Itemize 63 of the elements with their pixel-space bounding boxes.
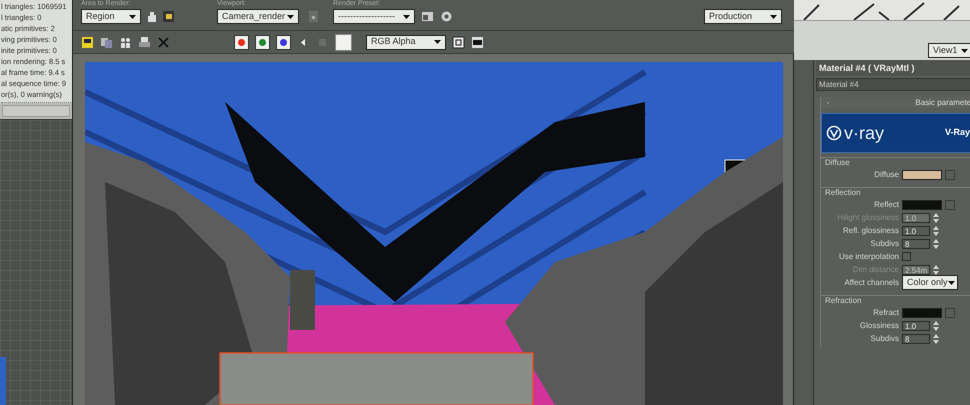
region-icon[interactable] — [162, 10, 175, 23]
caret-icon — [287, 14, 294, 18]
channel-toggle[interactable] — [234, 34, 249, 50]
save-icon[interactable] — [81, 36, 94, 48]
spinner-arrows-icon[interactable] — [933, 264, 939, 274]
channel-toggle[interactable] — [255, 34, 270, 50]
preset-dropdown[interactable]: ------------------- — [333, 9, 415, 24]
caret-icon — [770, 14, 777, 18]
scrollbar[interactable] — [2, 105, 70, 117]
clone-icon[interactable] — [119, 36, 132, 48]
param-label: Subdivs — [870, 238, 899, 250]
mode-dropdown[interactable]: Production — [704, 9, 782, 24]
color-swatch[interactable] — [902, 200, 942, 210]
material-name-field[interactable]: Material #4 — [816, 78, 970, 91]
param-label: Affect channels — [843, 276, 899, 288]
channels-dropdown[interactable]: Color only — [902, 275, 958, 290]
rollout-toggle[interactable]: - — [821, 96, 835, 108]
material-title: Material #4 ( VRayMtl ) — [816, 60, 970, 76]
spinner-field[interactable]: 1.0 — [902, 320, 930, 330]
clear-icon[interactable] — [157, 36, 170, 48]
render-setup-icon[interactable] — [421, 10, 434, 23]
color-swatch[interactable] — [335, 34, 352, 50]
copy-icon[interactable] — [100, 36, 113, 48]
color-swatch[interactable] — [902, 170, 942, 180]
caret-icon — [961, 48, 968, 52]
banner-title: V-Ray — [944, 126, 970, 140]
vray-logo: v·ray — [844, 124, 884, 142]
print-icon[interactable] — [138, 36, 151, 48]
view-dropdown[interactable]: View1 — [928, 43, 970, 58]
caret-icon — [129, 14, 136, 18]
checkbox[interactable] — [902, 252, 911, 261]
spinner-field[interactable]: 8 — [902, 238, 930, 248]
spinner-arrows-icon[interactable] — [933, 212, 939, 222]
lock-icon[interactable] — [307, 10, 320, 23]
area-dropdown[interactable]: Region — [81, 9, 141, 24]
param-label: Diffuse — [873, 168, 899, 180]
viewport-strip — [0, 357, 6, 405]
channel-toggle[interactable] — [276, 34, 291, 50]
spinner-field[interactable]: 8 — [902, 334, 930, 344]
spinner-arrows-icon[interactable] — [933, 334, 939, 344]
channel-dropdown[interactable]: RGB Alpha — [366, 34, 446, 50]
display-icon[interactable] — [471, 36, 484, 48]
spinner-arrows-icon[interactable] — [933, 226, 939, 236]
param-label: Refl. glossiness — [842, 224, 899, 236]
param-label: Glossiness — [858, 320, 899, 332]
param-label: Use interpolation — [838, 250, 899, 262]
group-title: Diffuse — [824, 158, 851, 168]
color-swatch[interactable] — [902, 308, 942, 318]
viewport-dropdown[interactable]: Camera_render — [217, 9, 299, 24]
frame-icon[interactable] — [452, 36, 465, 48]
param-label: Subdivs — [870, 332, 899, 344]
caret-icon — [434, 40, 441, 44]
spinner-arrows-icon[interactable] — [933, 238, 939, 248]
spinner-field[interactable]: 1.0 — [902, 226, 930, 236]
caret-icon — [403, 14, 410, 18]
group-title: Reflection — [824, 188, 862, 198]
v-circle-icon — [826, 125, 842, 141]
spinner-arrows-icon[interactable] — [933, 320, 939, 330]
caret-icon — [948, 280, 955, 284]
param-label: Reflect — [873, 198, 899, 210]
group-title: Refraction — [824, 296, 862, 306]
param-label: Refract — [872, 306, 899, 318]
settings-icon[interactable] — [440, 10, 453, 23]
